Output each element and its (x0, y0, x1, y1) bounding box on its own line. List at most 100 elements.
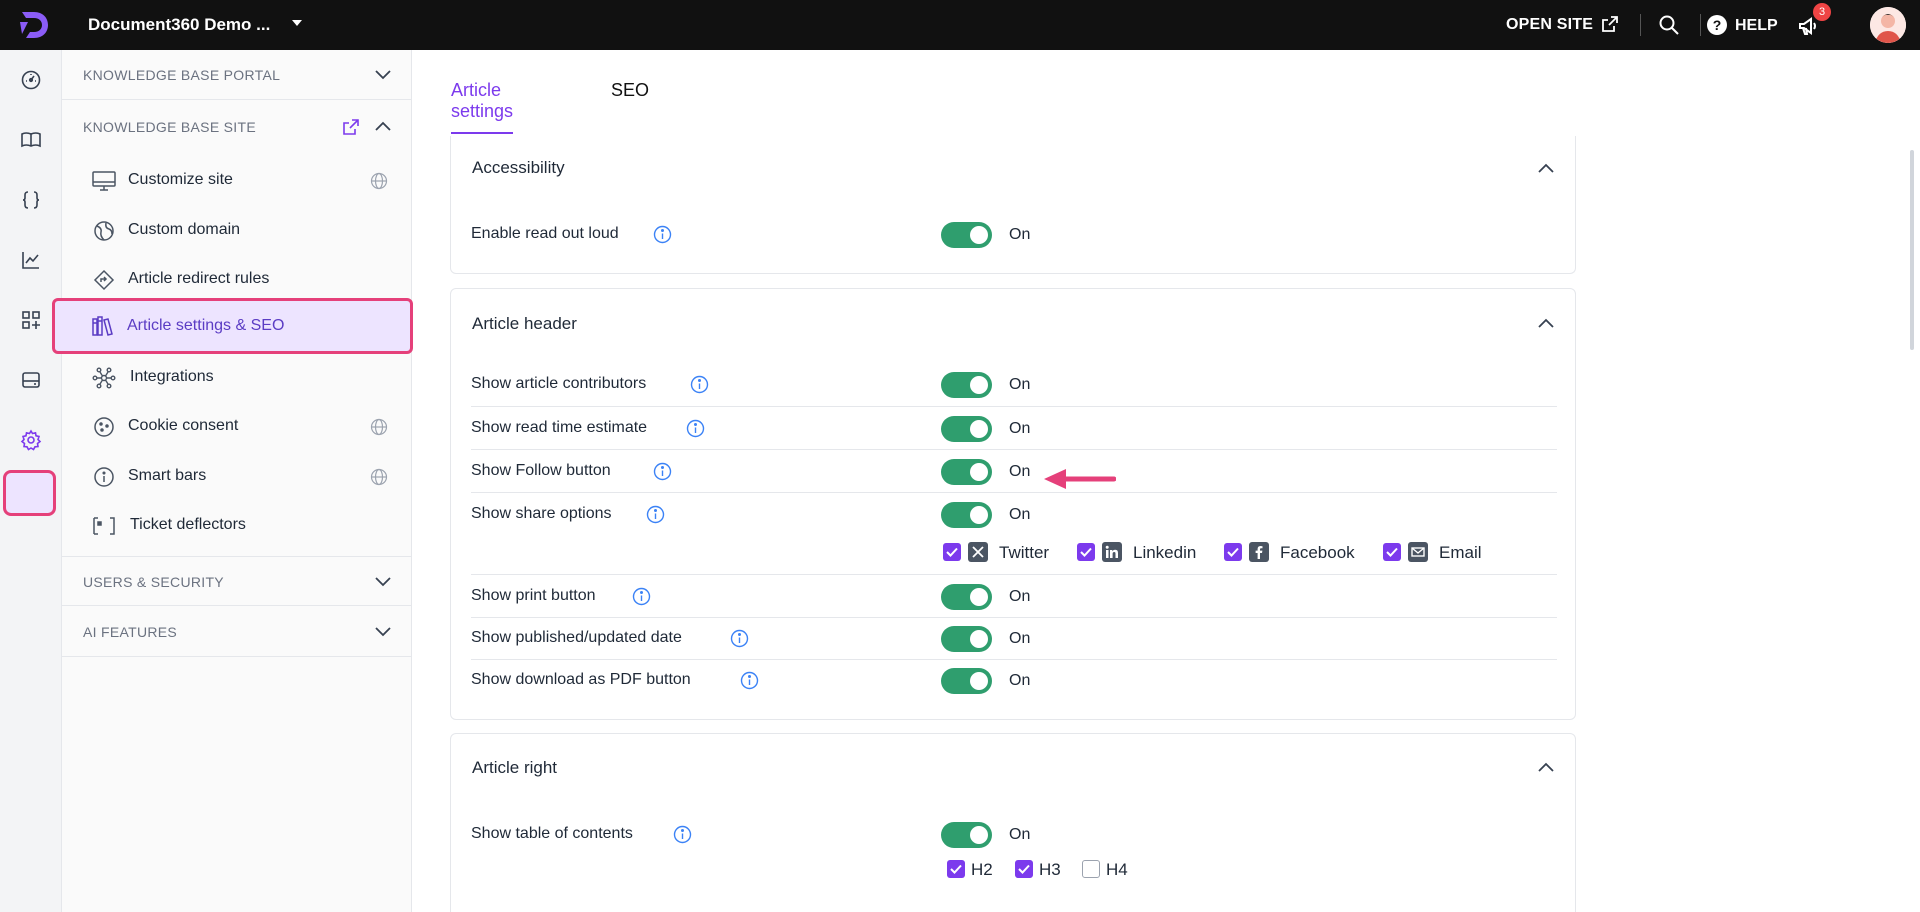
setting-row-table-of-contents: Show table of contents On H2 H3 H4 (471, 816, 1557, 896)
sidebar-item-ticket-deflectors[interactable]: Ticket deflectors (84, 501, 406, 549)
share-options-toggle[interactable] (941, 502, 992, 528)
search-icon[interactable] (1658, 14, 1680, 36)
chevron-down-icon[interactable] (374, 67, 392, 81)
published-date-toggle[interactable] (941, 626, 992, 652)
toggle-knob (970, 630, 988, 648)
info-circle-icon (94, 467, 114, 487)
chevron-up-icon[interactable] (1537, 761, 1555, 773)
section-knowledge-base-site[interactable]: KNOWLEDGE BASE SITE (62, 102, 412, 152)
article-right-card: Article right Show table of contents On … (450, 733, 1576, 912)
books-icon (92, 316, 113, 336)
toggle-state: On (1009, 588, 1031, 605)
open-site-link[interactable]: OPEN SITE (1506, 16, 1593, 34)
read-time-toggle[interactable] (941, 416, 992, 442)
dashboard-icon[interactable] (16, 65, 46, 95)
sidebar-item-custom-domain[interactable]: Custom domain (84, 206, 406, 254)
external-link-icon[interactable] (1600, 14, 1620, 34)
linkedin-icon (1102, 542, 1122, 562)
section-users-security[interactable]: USERS & SECURITY (62, 556, 412, 606)
table-of-contents-toggle[interactable] (941, 822, 992, 848)
toc-h3-checkbox[interactable] (1015, 860, 1033, 878)
main-content: Article settings SEO Accessibility Enabl… (413, 50, 1920, 912)
info-icon[interactable] (690, 375, 709, 394)
sidebar-item-label: Article settings & SEO (127, 317, 285, 334)
apps-add-icon[interactable] (16, 305, 46, 335)
setting-label: Show published/updated date (471, 629, 682, 646)
share-option-label: Email (1439, 543, 1482, 562)
info-icon[interactable] (686, 419, 705, 438)
chevron-up-icon[interactable] (1537, 162, 1555, 174)
x-twitter-icon (968, 542, 988, 562)
analytics-icon[interactable] (16, 245, 46, 275)
share-option-label: Twitter (999, 543, 1050, 562)
cookie-icon (94, 417, 114, 437)
project-name[interactable]: Document360 Demo ... (88, 15, 270, 35)
share-linkedin-checkbox[interactable] (1077, 543, 1095, 561)
sidebar-item-smart-bars[interactable]: Smart bars (84, 452, 406, 500)
card-title: Article right (472, 758, 558, 777)
info-icon[interactable] (632, 587, 651, 606)
info-icon[interactable] (730, 629, 749, 648)
info-icon[interactable] (653, 225, 672, 244)
chevron-down-icon[interactable] (374, 574, 392, 588)
settings-rail-highlight (3, 470, 56, 516)
settings-gear-icon[interactable] (16, 425, 46, 455)
chevron-down-icon[interactable] (374, 624, 392, 638)
sidebar-item-cookie-consent[interactable]: Cookie consent (84, 402, 406, 450)
chevron-up-icon[interactable] (1537, 317, 1555, 329)
help-icon[interactable]: ? (1707, 15, 1727, 35)
globe-icon (370, 172, 388, 190)
redirect-icon (93, 269, 115, 291)
setting-row-read-time: Show read time estimate On (471, 407, 1557, 450)
setting-row-follow-button: Show Follow button On (471, 450, 1557, 493)
toc-h2-checkbox[interactable] (947, 860, 965, 878)
setting-label: Show Follow button (471, 462, 611, 479)
sidebar-item-label: Ticket deflectors (130, 516, 246, 533)
section-knowledge-base-portal[interactable]: KNOWLEDGE BASE PORTAL (62, 50, 412, 100)
sidebar-item-article-settings-seo[interactable]: Article settings & SEO (52, 298, 413, 354)
share-facebook-checkbox[interactable] (1224, 543, 1242, 561)
toggle-knob (970, 672, 988, 690)
help-link[interactable]: HELP (1735, 17, 1778, 35)
icon-rail (0, 50, 62, 912)
share-email-checkbox[interactable] (1383, 543, 1401, 561)
read-out-loud-toggle[interactable] (941, 222, 992, 248)
monitor-icon (92, 171, 116, 191)
setting-label: Show read time estimate (471, 419, 648, 436)
sidebar-item-article-redirect-rules[interactable]: Article redirect rules (84, 255, 406, 303)
scrollbar[interactable] (1910, 150, 1914, 350)
setting-row-contributors: Show article contributors On (471, 365, 1557, 407)
setting-label: Show article contributors (471, 375, 647, 392)
document360-logo[interactable] (16, 8, 52, 42)
print-button-toggle[interactable] (941, 584, 992, 610)
sidebar-item-customize-site[interactable]: Customize site (84, 156, 406, 204)
info-icon[interactable] (673, 825, 692, 844)
contributors-toggle[interactable] (941, 372, 992, 398)
user-avatar[interactable] (1870, 7, 1906, 43)
code-braces-icon[interactable] (16, 185, 46, 215)
section-ai-features[interactable]: AI FEATURES (62, 607, 412, 657)
share-twitter-checkbox[interactable] (943, 543, 961, 561)
integrations-icon (92, 367, 116, 389)
tab-article-settings[interactable]: Article settings (451, 80, 513, 134)
follow-button-toggle[interactable] (941, 459, 992, 485)
ticket-icon (93, 517, 115, 535)
share-option-label: Linkedin (1133, 543, 1197, 562)
sidebar-item-integrations[interactable]: Integrations (84, 353, 406, 401)
tab-seo[interactable]: SEO (611, 80, 649, 111)
info-icon[interactable] (653, 462, 672, 481)
settings-side-nav: KNOWLEDGE BASE PORTAL KNOWLEDGE BASE SIT… (52, 50, 413, 912)
external-link-icon[interactable] (342, 118, 360, 136)
chevron-up-icon[interactable] (374, 119, 392, 133)
widget-icon[interactable] (16, 365, 46, 395)
book-icon[interactable] (16, 125, 46, 155)
info-icon[interactable] (740, 671, 759, 690)
divider (1640, 14, 1641, 36)
toc-h4-checkbox[interactable] (1082, 860, 1100, 878)
info-icon[interactable] (646, 505, 665, 524)
download-pdf-toggle[interactable] (941, 668, 992, 694)
top-bar: Document360 Demo ... OPEN SITE ? HELP 3 (0, 0, 1920, 50)
project-dropdown-icon[interactable] (292, 20, 302, 26)
sidebar-item-label: Integrations (130, 368, 214, 385)
toggle-state: On (1009, 672, 1031, 689)
